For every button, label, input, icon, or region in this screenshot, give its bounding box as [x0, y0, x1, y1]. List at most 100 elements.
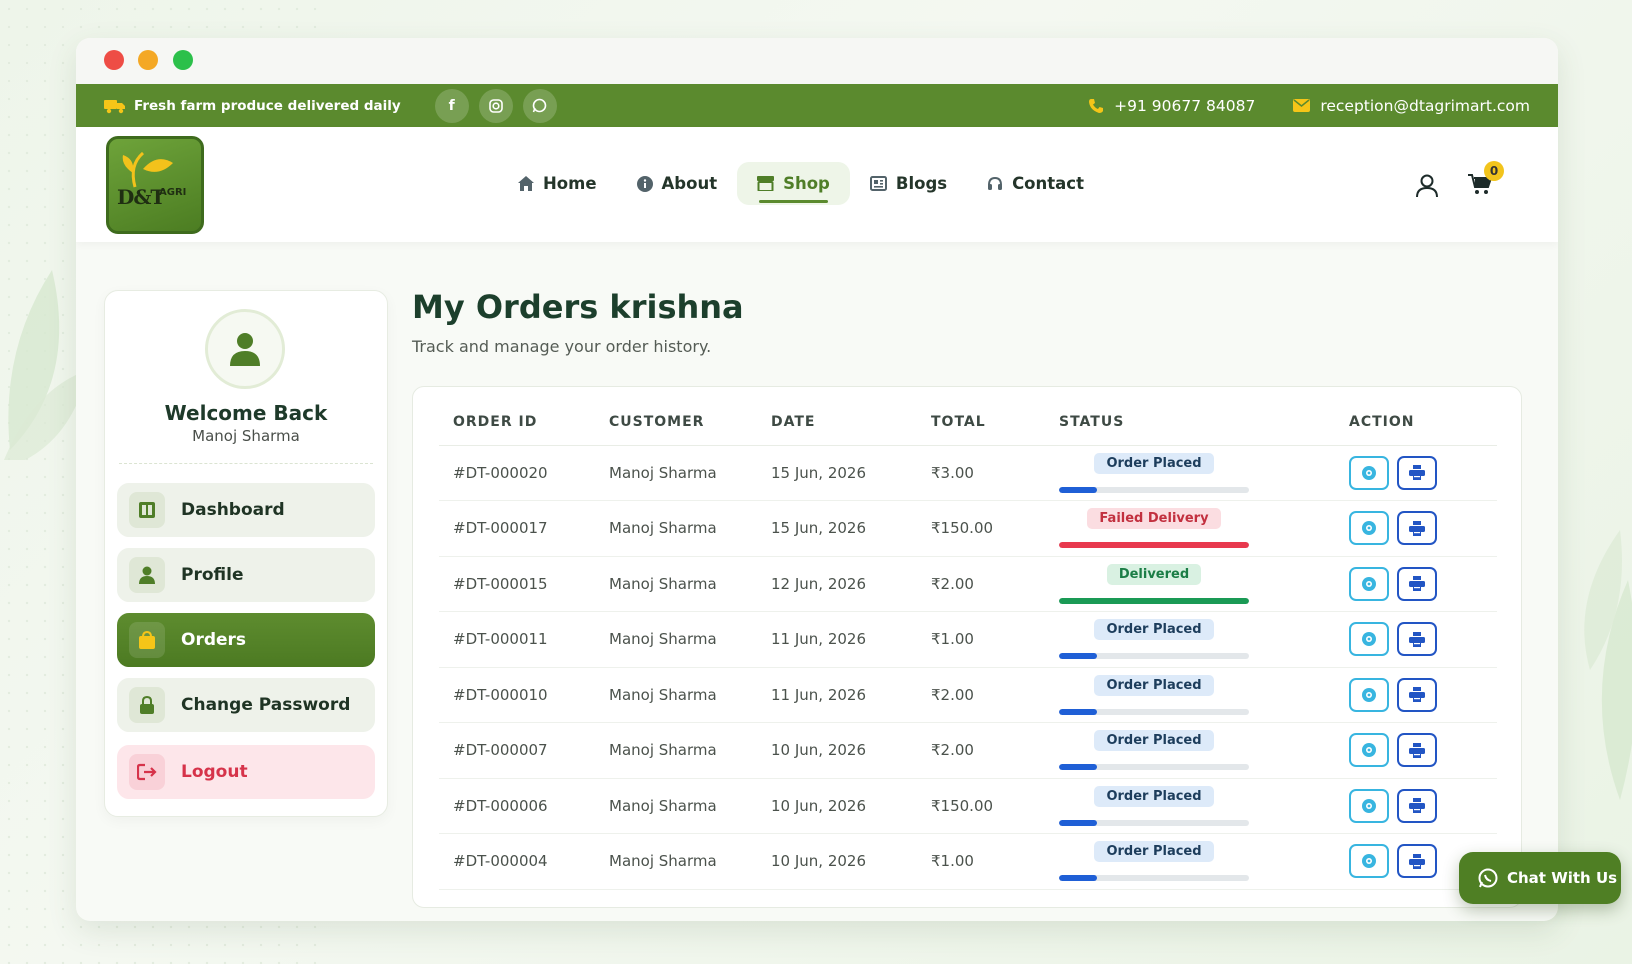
view-order-button[interactable]: [1349, 788, 1389, 823]
status-badge: Order Placed: [1094, 674, 1214, 696]
sidebar-item-logout[interactable]: Logout: [117, 745, 375, 799]
print-order-button[interactable]: [1397, 511, 1437, 546]
print-order-button[interactable]: [1397, 733, 1437, 768]
view-order-button[interactable]: [1349, 455, 1389, 490]
status-badge: Order Placed: [1094, 841, 1214, 863]
status-badge: Order Placed: [1094, 730, 1214, 752]
date-cell: 15 Jun, 2026: [771, 445, 931, 501]
status-progress-bar: [1059, 819, 1249, 826]
print-order-button[interactable]: [1397, 622, 1437, 657]
user-icon: [129, 557, 165, 593]
status-badge: Order Placed: [1094, 619, 1214, 641]
nav-about[interactable]: About: [617, 162, 738, 205]
minimize-window-button[interactable]: [138, 50, 158, 70]
status-badge: Order Placed: [1094, 785, 1214, 807]
status-progress-bar: [1059, 542, 1249, 549]
sidebar-item-label: Dashboard: [181, 500, 285, 520]
table-row: #DT-000011 Manoj Sharma 11 Jun, 2026 ₹1.00 O…: [439, 611, 1497, 668]
cart-button[interactable]: 0: [1468, 161, 1504, 199]
divider: [119, 463, 373, 464]
order-id-cell: #DT-000007: [439, 722, 609, 779]
truck-icon: [104, 99, 125, 113]
eye-icon: [1362, 465, 1376, 480]
browser-window: Fresh farm produce delivered daily f +91…: [76, 38, 1558, 921]
sidebar-item-orders[interactable]: Orders: [117, 613, 375, 667]
action-cell: [1349, 667, 1497, 723]
date-cell: 10 Jun, 2026: [771, 778, 931, 834]
promo: Fresh farm produce delivered daily: [104, 98, 401, 114]
phone-number: +91 90677 84087: [1114, 96, 1256, 115]
sidebar-item-profile[interactable]: Profile: [117, 548, 375, 602]
print-order-button[interactable]: [1397, 677, 1437, 712]
email-contact[interactable]: reception@dtagrimart.com: [1293, 97, 1530, 115]
table-row: #DT-000006 Manoj Sharma 10 Jun, 2026 ₹150.0…: [439, 778, 1497, 834]
maximize-window-button[interactable]: [173, 50, 193, 70]
info-icon: [636, 175, 653, 192]
close-window-button[interactable]: [104, 50, 124, 70]
date-cell: 10 Jun, 2026: [771, 722, 931, 779]
table-row: #DT-000010 Manoj Sharma 11 Jun, 2026 ₹2.00 O…: [439, 667, 1497, 723]
print-order-button[interactable]: [1397, 844, 1437, 879]
status-badge: Order Placed: [1094, 452, 1214, 474]
phone-contact[interactable]: +91 90677 84087: [1088, 97, 1255, 115]
status-indicator: Delivered: [1059, 563, 1249, 604]
whatsapp-icon[interactable]: [522, 88, 557, 123]
view-order-button[interactable]: [1349, 566, 1389, 601]
printer-icon: [1409, 687, 1425, 703]
printer-icon: [1409, 798, 1425, 814]
print-order-button[interactable]: [1397, 566, 1437, 601]
status-indicator: Order Placed: [1059, 674, 1249, 715]
promo-text: Fresh farm produce delivered daily: [134, 97, 401, 114]
eye-icon: [1362, 632, 1376, 647]
home-icon: [518, 176, 534, 191]
view-order-button[interactable]: [1349, 511, 1389, 546]
order-id-cell: #DT-000020: [439, 445, 609, 501]
total-cell: ₹1.00: [931, 833, 1059, 890]
eye-icon: [1362, 687, 1376, 702]
nav-label: Home: [543, 174, 597, 193]
chat-with-us-button[interactable]: Chat With Us: [1459, 852, 1621, 904]
date-cell: 12 Jun, 2026: [771, 556, 931, 612]
nav-contact[interactable]: Contact: [967, 162, 1104, 205]
print-order-button[interactable]: [1397, 455, 1437, 490]
printer-icon: [1409, 631, 1425, 647]
nav-label: Shop: [783, 174, 830, 193]
table-row: #DT-000017 Manoj Sharma 15 Jun, 2026 ₹150.0…: [439, 500, 1497, 557]
status-cell: Order Placed: [1059, 667, 1349, 723]
view-order-button[interactable]: [1349, 622, 1389, 657]
total-cell: ₹1.00: [931, 611, 1059, 668]
print-order-button[interactable]: [1397, 788, 1437, 823]
status-progress-fill: [1059, 708, 1097, 715]
column-header: ACTION: [1349, 399, 1497, 446]
leaf-decoration-right: [1584, 530, 1632, 800]
orders-table-card: ORDER ID CUSTOMER DATE TOTAL STATUS ACTI…: [412, 386, 1522, 908]
eye-icon: [1362, 521, 1376, 536]
eye-icon: [1362, 743, 1376, 758]
column-header: DATE: [771, 399, 931, 446]
printer-icon: [1409, 853, 1425, 869]
sidebar-item-change-password[interactable]: Change Password: [117, 678, 375, 732]
account-icon[interactable]: [1416, 174, 1438, 198]
cart-count-badge: 0: [1484, 161, 1504, 181]
dashboard-icon: [129, 492, 165, 528]
nav-shop[interactable]: Shop: [737, 162, 850, 205]
site-logo[interactable]: D&T AGRI: [106, 136, 204, 234]
view-order-button[interactable]: [1349, 733, 1389, 768]
status-progress-bar: [1059, 653, 1249, 660]
nav-home[interactable]: Home: [498, 162, 617, 205]
user-name: Manoj Sharma: [192, 427, 300, 445]
status-progress-bar: [1059, 764, 1249, 771]
facebook-icon[interactable]: f: [434, 88, 469, 123]
customer-cell: Manoj Sharma: [609, 611, 771, 668]
total-cell: ₹2.00: [931, 556, 1059, 612]
instagram-icon[interactable]: [478, 88, 513, 123]
shopping-bag-icon: [129, 622, 165, 658]
view-order-button[interactable]: [1349, 844, 1389, 879]
nav-blogs[interactable]: Blogs: [850, 162, 967, 205]
sidebar-item-label: Profile: [181, 565, 244, 585]
column-header: TOTAL: [931, 399, 1059, 446]
view-order-button[interactable]: [1349, 677, 1389, 712]
column-header: CUSTOMER: [609, 399, 771, 446]
sidebar-item-dashboard[interactable]: Dashboard: [117, 483, 375, 537]
date-cell: 11 Jun, 2026: [771, 611, 931, 668]
